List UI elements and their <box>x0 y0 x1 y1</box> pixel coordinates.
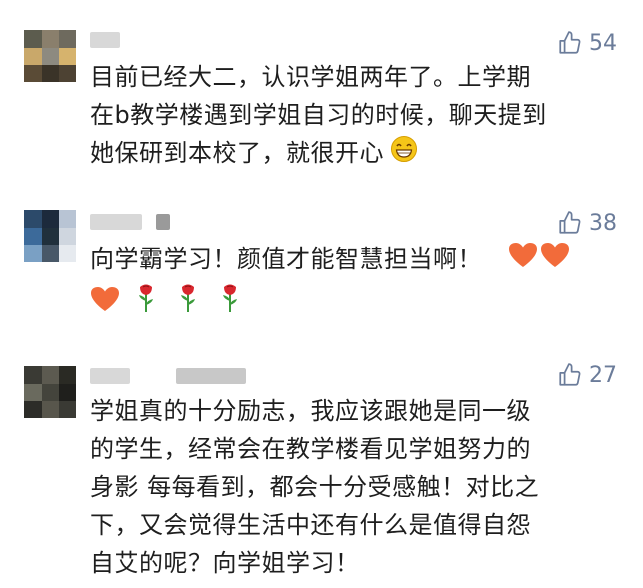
like-button[interactable]: 38 <box>557 208 617 238</box>
grinning-face-icon <box>390 135 418 174</box>
comment-line: 下，又会觉得生活中还有什么是值得自怨 <box>90 511 531 539</box>
comment-text: 学姐真的十分励志，我应该跟她是同一级 的学生，经常会在教学楼看见学姐努力的 身影… <box>90 392 630 582</box>
orange-heart-icon <box>90 285 120 323</box>
comment-line: 自艾的呢？向学姐学习！ <box>90 549 360 577</box>
comment-line <box>90 279 630 324</box>
thumbs-up-icon <box>559 363 581 386</box>
orange-heart-icon <box>540 241 570 279</box>
avatar[interactable] <box>24 30 76 82</box>
like-button[interactable]: 54 <box>557 28 617 58</box>
username-blurred <box>176 368 246 384</box>
comment-line: 她保研到本校了，就很开心 <box>90 134 630 174</box>
comment-line: 向学霸学习！颜值才能智慧担当啊！ <box>90 240 630 279</box>
username-blurred[interactable] <box>90 368 130 384</box>
avatar[interactable] <box>24 366 76 418</box>
thumbs-up-icon <box>559 31 581 54</box>
comment-text: 目前已经大二，认识学姐两年了。上学期 在b教学楼遇到学姐自习的时候，聊天提到 她… <box>90 58 630 174</box>
username-blurred[interactable] <box>90 32 120 48</box>
like-count: 54 <box>589 30 617 56</box>
rose-icon <box>220 283 240 324</box>
comment-line-text: 她保研到本校了，就很开心 <box>90 139 384 167</box>
like-count: 27 <box>589 362 617 388</box>
comment-line-text: 向学霸学习！颜值才能智慧担当啊！ <box>90 245 482 273</box>
rose-icon <box>136 283 156 324</box>
comment-line: 在b教学楼遇到学姐自习的时候，聊天提到 <box>90 101 547 129</box>
username-blurred[interactable] <box>90 214 142 230</box>
like-count: 38 <box>589 210 617 236</box>
comment-line: 身影 每每看到，都会十分受感触！对比之 <box>90 473 540 501</box>
comment-line: 学姐真的十分励志，我应该跟她是同一级 <box>90 397 531 425</box>
rose-icon <box>178 283 198 324</box>
comment-line: 目前已经大二，认识学姐两年了。上学期 <box>90 63 531 91</box>
like-button[interactable]: 27 <box>557 360 617 390</box>
username-blurred <box>156 214 170 230</box>
comment-line: 的学生，经常会在教学楼看见学姐努力的 <box>90 435 531 463</box>
thumbs-up-icon <box>559 211 581 234</box>
orange-heart-icon <box>508 241 538 279</box>
avatar[interactable] <box>24 210 76 262</box>
comment-text: 向学霸学习！颜值才能智慧担当啊！ <box>90 240 630 324</box>
